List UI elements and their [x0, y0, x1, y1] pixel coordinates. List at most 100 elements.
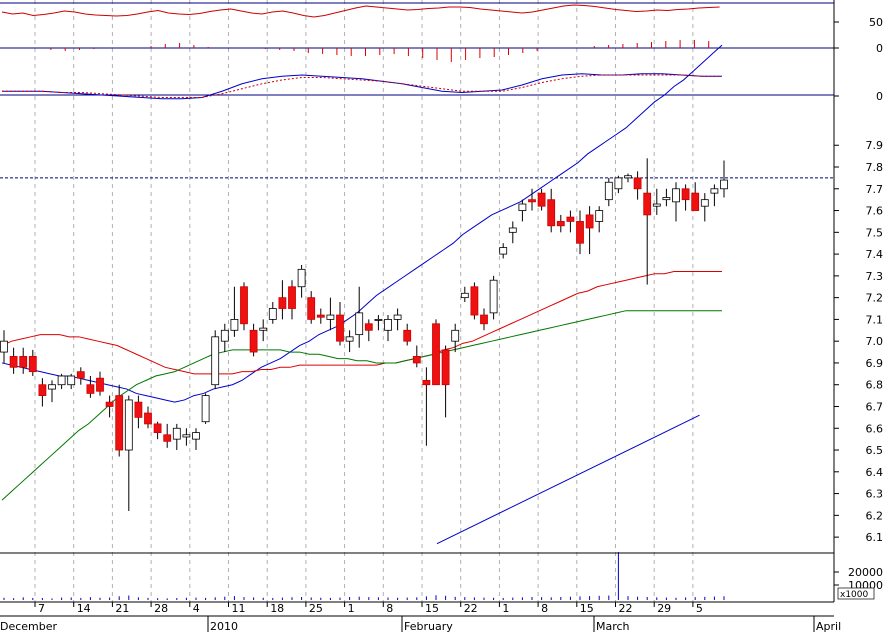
x-tick-label: 14: [77, 602, 91, 615]
plot-background: [0, 0, 834, 602]
month-label: February: [404, 620, 453, 632]
candle-body: [220, 329, 229, 342]
y-tick-label: 6.2: [866, 509, 884, 522]
candle-body: [38, 384, 47, 397]
candle-body: [134, 401, 143, 418]
candle-body: [96, 377, 104, 392]
x-tick-label: 11: [232, 602, 246, 615]
candle-body: [700, 199, 709, 207]
x-tick-label: 1: [502, 602, 509, 615]
candle-body: [547, 199, 556, 227]
x-tick-label: 8: [386, 602, 393, 615]
candle-body: [518, 203, 527, 211]
candle-body: [28, 356, 37, 373]
x-tick-label: 7: [38, 602, 45, 615]
x-tick-label: 4: [193, 602, 200, 615]
candle-body: [470, 286, 479, 316]
candle-body: [259, 327, 268, 331]
candle-body: [172, 427, 181, 440]
x-tick-label: 21: [115, 602, 129, 615]
candle-body: [268, 308, 277, 320]
x-tick-label: 8: [541, 602, 548, 615]
candle-body: [528, 199, 536, 203]
y-axis-ticks: 50 0 0 7.9 7.8 7.7 7.6 7.5 7.4 7.3 7.2 7.1 7.0 6.9 6.8…: [834, 16, 883, 592]
candle-body: [710, 188, 719, 194]
candle-body: [307, 297, 316, 320]
x-tick-label: 22: [619, 602, 633, 615]
candle-body: [681, 188, 690, 201]
candle-body: [576, 221, 584, 244]
month-labels: December 2010 February March April: [0, 616, 841, 632]
candle-body: [403, 329, 412, 342]
stock-chart: 50 0 0 7.9 7.8 7.7 7.6 7.5 7.4 7.3 7.2 7.1 7.0 6.9 6.8…: [0, 0, 883, 632]
y-tick-label: 6.6: [866, 422, 884, 435]
x-tick-label: 29: [657, 602, 671, 615]
y-tick-label: 6.4: [866, 466, 884, 479]
y-tick-label: 7.5: [866, 226, 884, 239]
y-tick-label: 6.5: [866, 444, 884, 457]
candle-body: [19, 356, 28, 368]
candle-body: [355, 312, 364, 336]
candle-body: [124, 399, 133, 451]
y-tick-label: 7.8: [866, 161, 884, 174]
candle-body: [105, 401, 114, 407]
candle-body: [336, 314, 344, 342]
candle-body: [76, 371, 85, 379]
candle-body: [144, 412, 152, 425]
x-axis-ticks: 7 14 21 28 4 11 18 25 1 8 15 22 1 8 15 22 29 5: [34, 602, 703, 615]
candle-body: [393, 314, 402, 320]
y-tick-label: 0: [876, 90, 883, 103]
candle-body: [115, 395, 124, 451]
candle-body: [480, 314, 488, 325]
x-tick-label: 18: [270, 602, 284, 615]
month-label: 2010: [210, 620, 238, 632]
candle-body: [460, 292, 469, 299]
candle-body: [489, 279, 498, 314]
x-tick-label: 1: [348, 602, 355, 615]
candle-body: [604, 181, 613, 201]
y-tick-label: 7.9: [866, 139, 884, 152]
candle-body: [384, 319, 392, 331]
candle-body: [57, 375, 66, 386]
month-label: April: [816, 620, 841, 632]
candle-body: [499, 247, 508, 255]
candle-body: [0, 340, 8, 353]
x-tick-label: 15: [580, 602, 594, 615]
y-tick-label: 7.2: [866, 292, 884, 305]
x-tick-label: 22: [464, 602, 478, 615]
candle-body: [9, 356, 18, 368]
candle-body: [297, 268, 306, 288]
candle-body: [230, 319, 239, 331]
candle-body: [278, 297, 287, 309]
candle-body: [364, 323, 373, 331]
candle-body: [249, 329, 258, 353]
candle-body: [691, 192, 700, 211]
volume-unit-label: x1000: [840, 590, 869, 600]
candle-body: [86, 384, 95, 394]
candle-body: [211, 336, 220, 386]
candle-body: [595, 210, 604, 222]
candle-body: [374, 319, 383, 321]
y-tick-label: 6.7: [866, 400, 884, 413]
y-tick-label: 7.7: [866, 183, 884, 196]
month-label: December: [0, 620, 58, 632]
x-tick-label: 15: [425, 602, 439, 615]
y-tick-label: 6.1: [866, 531, 884, 544]
candle-body: [240, 286, 248, 325]
y-tick-label: 6.3: [866, 488, 884, 501]
x-tick-label: 5: [696, 602, 703, 615]
candle-body: [643, 192, 652, 216]
y-tick-label: 7.0: [866, 335, 884, 348]
candle-body: [153, 423, 162, 434]
y-tick-label: 20000: [848, 566, 883, 579]
y-tick-label: 7.1: [866, 313, 884, 326]
candle-body: [163, 434, 172, 442]
candle-body: [633, 177, 642, 190]
y-tick-label: 7.3: [866, 270, 884, 283]
y-tick-label: 6.8: [866, 379, 884, 392]
candle-body: [720, 179, 728, 190]
month-label: March: [596, 620, 630, 632]
x-tick-label: 25: [309, 602, 323, 615]
candle-body: [556, 221, 565, 227]
candle-body: [345, 336, 354, 342]
